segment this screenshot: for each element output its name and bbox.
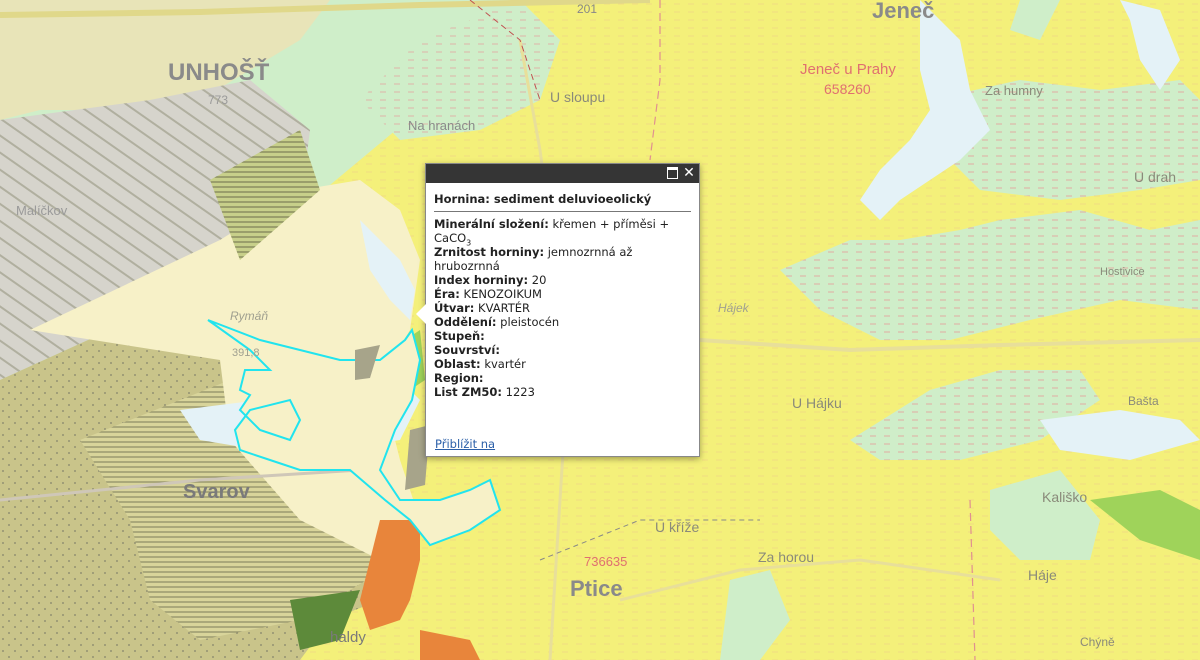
attr-row-grain: Zrnitost horniny: jemnozrnná až hrubozrn… [434,245,633,273]
map-label-chyne: Chýně [1080,635,1115,649]
map-label-unhost: UNHOŠŤ [168,58,270,86]
map-label-jenec-code: 658260 [824,81,871,97]
map-label-svarov: Svarov [183,481,251,503]
map-label-haje: Háje [1028,567,1057,583]
map-label-za-humny: Za humny [985,83,1043,98]
attr-row-index: Index horniny: 20 [434,273,547,287]
popup-titlebar: ✕ [426,164,699,183]
map-label-hostivice: Hostivice [1100,266,1145,278]
map-label-malicky: Malíčkov [16,203,68,218]
popup-title: Hornina: sediment deluvioeolický [434,192,691,212]
map-label-basta: Bašta [1128,394,1159,408]
popup-body: Hornina: sediment deluvioeolický Minerál… [426,183,699,399]
map-label-hajek: Hájek [718,301,750,315]
attr-row-system: Útvar: KVARTÉR [434,301,531,315]
popup-pointer [416,304,426,324]
map-label-u-hajku: U Hájku [792,395,842,411]
map-label-za-horou: Za horou [758,549,814,565]
feature-info-popup: ✕ Hornina: sediment deluvioeolický Miner… [416,163,700,457]
map-label-unhost-code: 773 [208,93,228,107]
attr-row-sheet: List ZM50: 1223 [434,385,535,399]
attr-row-area: Oblast: kvartér [434,357,526,371]
map-label-jenec-u-prahy: Jeneč u Prahy [800,61,896,78]
maximize-icon[interactable] [665,166,679,180]
map-label-u-sloupu: U sloupu [550,89,605,105]
map-label-ptice-code: 736635 [584,554,627,569]
attr-row-formation: Souvrství: [434,343,500,357]
map-label-u-krize: U kříže [655,519,700,535]
attr-row-mineral: Minerální složení: křemen + příměsi + Ca… [434,217,670,248]
map-label-kalisko: Kališko [1042,489,1087,505]
close-icon[interactable]: ✕ [682,166,696,180]
map-label-na-hranach: Na hranách [408,118,475,133]
zoom-to-link[interactable]: Přiblížit na [435,437,495,451]
map-label-u-drah: U drah [1134,169,1176,185]
attr-row-stage: Stupeň: [434,329,485,343]
attr-row-series: Oddělení: pleistocén [434,315,560,329]
attr-row-era: Éra: KENOZOIKUM [434,287,542,301]
map-label-jenec: Jeneč [872,0,934,23]
map-label-rymani: Rymáň [230,309,268,323]
map-label-ptice: Ptice [570,576,623,601]
attr-row-region: Region: [434,371,484,385]
map-label-elev: 391,8 [232,347,260,359]
map-label-road-201: 201 [577,2,597,16]
map-label-halda: haldy [330,629,366,646]
